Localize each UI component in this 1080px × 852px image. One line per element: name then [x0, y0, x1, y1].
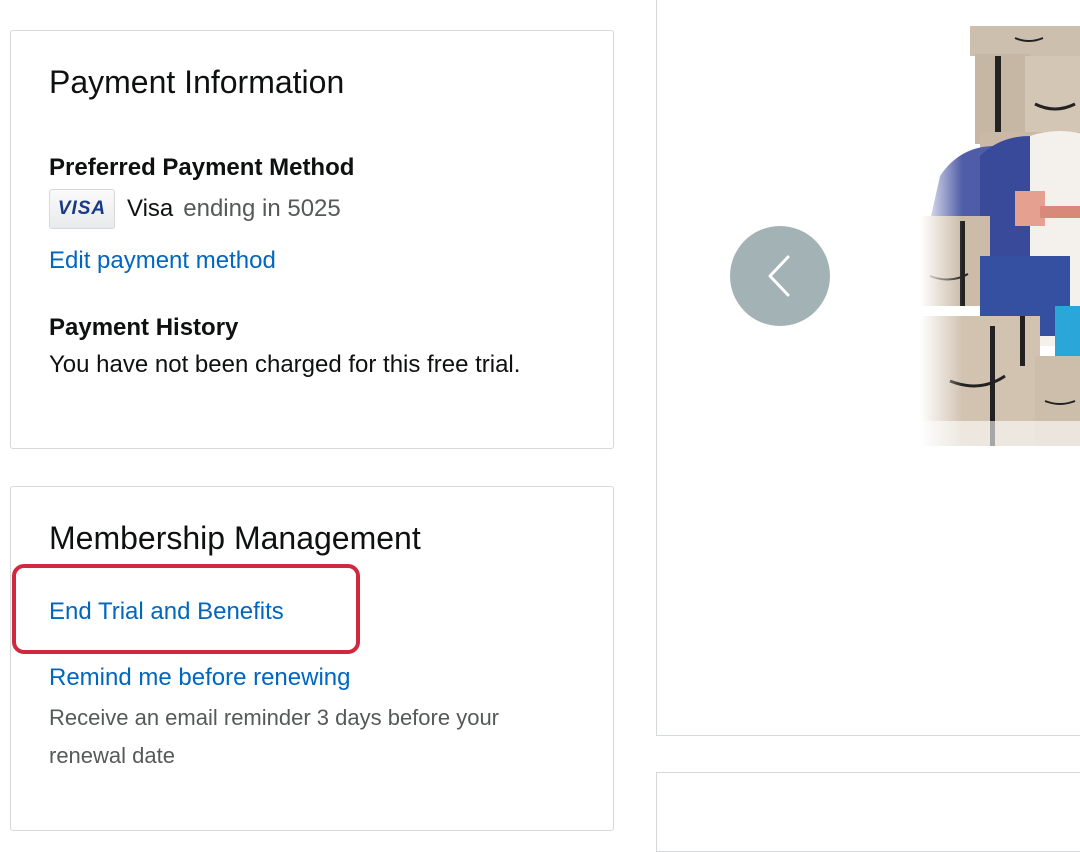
end-trial-and-benefits-link[interactable]: End Trial and Benefits: [49, 598, 284, 626]
secondary-panel: [656, 772, 1080, 852]
payment-history-label: Payment History: [49, 314, 239, 341]
card-ending-text: ending in 5025: [183, 195, 341, 222]
payment-information-card: Payment Information Preferred Payment Me…: [10, 30, 614, 449]
preferred-payment-method-label: Preferred Payment Method: [49, 154, 355, 181]
boxes-illustration-svg: [920, 26, 1080, 446]
card-brand-name: Visa: [127, 195, 174, 222]
membership-management-card: Membership Management End Trial and Bene…: [10, 486, 614, 831]
visa-logo-text: VISA: [57, 198, 107, 219]
chevron-left-icon: [768, 255, 790, 297]
remind-description-line-1: Receive an email reminder 3 days before …: [49, 705, 500, 730]
remind-me-before-renewing-link[interactable]: Remind me before renewing: [49, 664, 351, 692]
boxes-illustration: [920, 26, 1080, 446]
remind-description-line-2: renewal date: [49, 743, 175, 768]
membership-management-title: Membership Management: [49, 520, 421, 556]
carousel-previous-button[interactable]: [730, 226, 830, 326]
payment-history-text: You have not been charged for this free …: [49, 351, 521, 378]
edit-payment-method-link[interactable]: Edit payment method: [49, 247, 276, 275]
payment-method-row: VISA Visa ending in 5025: [49, 187, 341, 231]
visa-logo-icon: VISA: [49, 189, 115, 229]
payment-information-title: Payment Information: [49, 64, 345, 100]
